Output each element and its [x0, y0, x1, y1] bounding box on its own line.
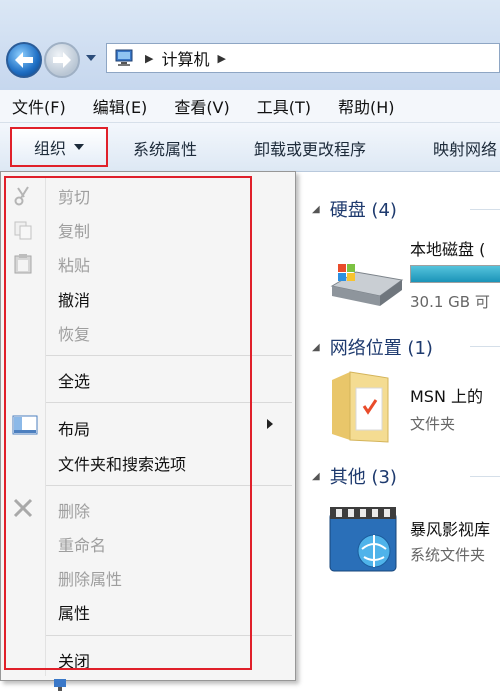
group-title: 网络位置 (1) — [329, 338, 433, 359]
scissors-icon — [14, 186, 29, 206]
collapse-triangle-icon: ◢ — [312, 470, 320, 482]
map-network-drive-button[interactable]: 映射网络 — [433, 136, 497, 160]
layout-icon — [12, 415, 38, 435]
menu-item-folder-options[interactable]: 文件夹和搜索选项 — [58, 451, 186, 475]
menu-tools[interactable]: 工具(T) — [257, 94, 311, 118]
group-header-hard-disks[interactable]: ◢ 硬盘 (4) — [312, 196, 397, 222]
network-folder-type: 文件夹 — [410, 415, 456, 433]
group-title: 硬盘 (4) — [329, 200, 397, 221]
menu-item-cut[interactable]: 剪切 — [58, 184, 90, 208]
command-bar: 组织 系统属性 卸载或更改程序 映射网络 — [0, 123, 500, 172]
breadcrumb-location[interactable]: 计算机 — [161, 46, 209, 70]
menu-separator — [46, 635, 292, 636]
breadcrumb-separator-icon[interactable]: ▶ — [145, 52, 153, 65]
submenu-arrow-icon — [267, 419, 273, 429]
chevron-down-icon — [74, 144, 84, 150]
menu-item-properties[interactable]: 属性 — [58, 600, 90, 624]
menu-separator — [46, 402, 292, 403]
network-folder-name[interactable]: MSN 上的 — [410, 383, 483, 407]
disk-usage-fill — [411, 266, 500, 282]
menu-file[interactable]: 文件(F) — [12, 94, 66, 118]
group-divider — [470, 346, 500, 347]
delete-x-icon — [13, 498, 33, 518]
collapse-triangle-icon: ◢ — [312, 341, 320, 353]
group-title: 其他 (3) — [329, 467, 397, 488]
menu-edit[interactable]: 编辑(E) — [93, 94, 148, 118]
forward-button[interactable] — [44, 42, 80, 78]
menu-item-rename[interactable]: 重命名 — [58, 532, 106, 556]
forward-arrow-icon — [53, 52, 71, 68]
group-divider — [470, 476, 500, 477]
local-disk-free-space: 30.1 GB 可 — [410, 293, 490, 311]
menu-item-undo[interactable]: 撤消 — [58, 287, 90, 311]
title-bar: ▶ 计算机 ▶ — [0, 0, 500, 91]
menu-item-select-all[interactable]: 全选 — [58, 368, 90, 392]
menu-item-close[interactable]: 关闭 — [58, 648, 90, 672]
menu-item-redo[interactable]: 恢复 — [58, 321, 90, 345]
folder-icon[interactable] — [330, 370, 392, 444]
local-disk-name[interactable]: 本地磁盘 ( — [410, 236, 485, 260]
back-arrow-icon — [15, 52, 33, 68]
media-library-icon[interactable] — [328, 505, 404, 573]
group-header-other[interactable]: ◢ 其他 (3) — [312, 463, 397, 489]
menu-item-delete[interactable]: 删除 — [58, 498, 90, 522]
media-library-type: 系统文件夹 — [410, 546, 486, 564]
collapse-triangle-icon: ◢ — [312, 203, 320, 215]
menu-separator — [46, 485, 292, 486]
menu-help[interactable]: 帮助(H) — [338, 94, 395, 118]
uninstall-program-button[interactable]: 卸载或更改程序 — [254, 136, 366, 160]
back-button[interactable] — [6, 42, 42, 78]
organize-menu — [0, 171, 296, 681]
group-divider — [470, 209, 500, 210]
menu-item-copy[interactable]: 复制 — [58, 218, 90, 242]
menu-item-layout[interactable]: 布局 — [58, 416, 90, 440]
hard-disk-icon[interactable] — [326, 258, 406, 308]
system-properties-button[interactable]: 系统属性 — [133, 136, 197, 160]
menu-separator — [46, 355, 292, 356]
network-icon — [54, 679, 66, 691]
media-library-name[interactable]: 暴风影视库 — [410, 516, 490, 540]
menu-bar: 文件(F) 编辑(E) 查看(V) 工具(T) 帮助(H) — [0, 90, 500, 123]
organize-label: 组织 — [33, 139, 66, 158]
menu-gutter — [45, 176, 46, 676]
menu-view[interactable]: 查看(V) — [174, 94, 229, 118]
address-bar[interactable]: ▶ 计算机 ▶ — [106, 43, 500, 73]
disk-usage-bar — [410, 265, 500, 283]
menu-item-paste[interactable]: 粘贴 — [58, 252, 90, 276]
group-header-network[interactable]: ◢ 网络位置 (1) — [312, 334, 433, 360]
computer-icon — [115, 49, 133, 66]
paste-icon — [14, 254, 32, 274]
menu-item-remove-properties[interactable]: 删除属性 — [58, 566, 122, 590]
history-dropdown-icon[interactable] — [86, 55, 96, 61]
copy-icon — [14, 221, 32, 240]
organize-button[interactable]: 组织 — [10, 127, 108, 167]
breadcrumb-separator-icon[interactable]: ▶ — [217, 52, 225, 65]
